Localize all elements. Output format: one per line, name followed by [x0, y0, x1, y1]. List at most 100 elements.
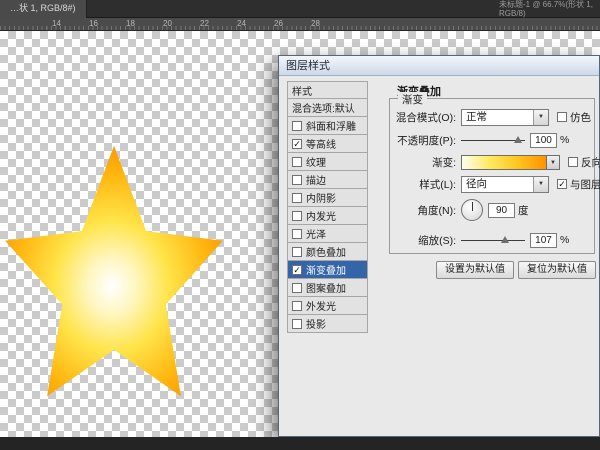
document-tab-label: …状 1, RGB/8#) — [10, 3, 76, 13]
ruler-number: 16 — [89, 19, 98, 28]
style-item-label: 等高线 — [306, 136, 336, 151]
style-list-items: 斜面和浮雕 ✓ 等高线纹理描边内阴影内发光光泽颜色叠加 ✓ 渐变叠加图案叠加外发光投影 — [287, 117, 368, 333]
scale-slider-thumb[interactable] — [501, 236, 509, 243]
style-item-label: 内阴影 — [306, 190, 336, 205]
gradient-groupbox: 渐变 混合模式(O): 正常 ▼ 仿色 不透明度(P): 100 — [389, 98, 595, 254]
style-item-checkbox[interactable]: ✓ — [292, 265, 302, 275]
style-item-checkbox[interactable] — [292, 229, 302, 239]
style-list-item[interactable]: ✓ 渐变叠加 — [287, 261, 368, 279]
style-list-item[interactable]: 外发光 — [287, 297, 368, 315]
style-list-item[interactable]: 内发光 — [287, 207, 368, 225]
style-item-checkbox[interactable] — [292, 283, 302, 293]
opacity-row: 不透明度(P): 100 % — [394, 131, 592, 149]
gradient-dropdown-button[interactable]: ▼ — [547, 155, 560, 170]
tab-bar: …状 1, RGB/8#) 未标题-1 @ 66.7%(形状 1, RGB/8) — [0, 0, 600, 18]
angle-unit: 度 — [518, 203, 529, 218]
blend-mode-value: 正常 — [466, 111, 487, 123]
style-item-label: 描边 — [306, 172, 326, 187]
style-list-item[interactable]: 纹理 — [287, 153, 368, 171]
style-list-item[interactable]: 投影 — [287, 315, 368, 333]
document-tab[interactable]: …状 1, RGB/8#) — [0, 0, 87, 18]
scale-unit: % — [560, 234, 569, 246]
gradient-row: 渐变: ▼ 反向 — [394, 153, 592, 171]
ruler-number: 18 — [126, 19, 135, 28]
style-item-label: 样式 — [292, 83, 312, 98]
style-item-checkbox[interactable] — [292, 247, 302, 257]
star-shape — [0, 135, 230, 407]
style-select[interactable]: 径向 ▼ — [461, 176, 549, 193]
style-item-label: 图案叠加 — [306, 280, 346, 295]
style-item-label: 斜面和浮雕 — [306, 118, 356, 133]
layer-style-dialog: 图层样式 样式 混合选项:默认 斜面和浮雕 ✓ 等高线纹理描边内阴影内发光光泽颜色叠… — [278, 55, 600, 437]
dialog-title: 图层样式 — [286, 60, 330, 72]
style-item-checkbox[interactable] — [292, 121, 302, 131]
angle-row: 角度(N): 90 度 — [394, 197, 592, 223]
opacity-slider[interactable] — [461, 134, 525, 146]
document-title-text: 未标题-1 @ 66.7%(形状 1, RGB/8) — [499, 1, 597, 18]
blend-mode-select[interactable]: 正常 ▼ — [461, 109, 549, 126]
horizontal-ruler[interactable]: 1416182022242628 — [0, 18, 600, 31]
ruler-number: 24 — [237, 19, 246, 28]
scale-slider[interactable] — [461, 234, 525, 246]
style-list-item-styles[interactable]: 样式 — [287, 81, 368, 99]
dither-checkbox[interactable] — [557, 112, 567, 122]
dialog-titlebar[interactable]: 图层样式 — [279, 56, 599, 76]
style-item-checkbox[interactable] — [292, 211, 302, 221]
ruler-number: 14 — [52, 19, 61, 28]
style-list-item[interactable]: 图案叠加 — [287, 279, 368, 297]
reverse-label: 反向 — [581, 155, 600, 170]
angle-needle — [472, 202, 473, 211]
reset-default-button[interactable]: 复位为默认值 — [518, 261, 596, 279]
set-default-button[interactable]: 设置为默认值 — [436, 261, 514, 279]
style-list-item-blending-options[interactable]: 混合选项:默认 — [287, 99, 368, 117]
ruler-number: 22 — [200, 19, 209, 28]
style-item-checkbox[interactable] — [292, 157, 302, 167]
scale-value[interactable]: 107 — [530, 233, 557, 248]
style-item-label: 混合选项:默认 — [292, 100, 355, 115]
gradient-preview[interactable] — [461, 155, 547, 170]
groupbox-legend: 渐变 — [398, 92, 427, 107]
photoshop-window: …状 1, RGB/8#) 未标题-1 @ 66.7%(形状 1, RGB/8)… — [0, 0, 600, 450]
style-item-checkbox[interactable] — [292, 319, 302, 329]
opacity-unit: % — [560, 134, 569, 146]
chevron-down-icon[interactable]: ▼ — [533, 110, 548, 125]
style-item-label: 渐变叠加 — [306, 262, 346, 277]
ruler-number: 28 — [311, 19, 320, 28]
blend-mode-label: 混合模式(O): — [394, 110, 456, 125]
reverse-checkbox[interactable] — [568, 157, 578, 167]
style-item-checkbox[interactable] — [292, 193, 302, 203]
style-list-item[interactable]: ✓ 等高线 — [287, 135, 368, 153]
style-item-label: 纹理 — [306, 154, 326, 169]
style-list-item[interactable]: 内阴影 — [287, 189, 368, 207]
style-list-item[interactable]: 斜面和浮雕 — [287, 117, 368, 135]
style-list-item[interactable]: 颜色叠加 — [287, 243, 368, 261]
opacity-label: 不透明度(P): — [394, 133, 456, 148]
style-list-item[interactable]: 光泽 — [287, 225, 368, 243]
scale-row: 缩放(S): 107 % — [394, 231, 592, 249]
style-item-checkbox[interactable] — [292, 175, 302, 185]
style-item-label: 投影 — [306, 316, 326, 331]
dialog-body: 样式 混合选项:默认 斜面和浮雕 ✓ 等高线纹理描边内阴影内发光光泽颜色叠加 ✓ 渐变叠… — [279, 76, 599, 436]
opacity-value[interactable]: 100 — [530, 133, 557, 148]
style-item-label: 光泽 — [306, 226, 326, 241]
style-item-label: 外发光 — [306, 298, 336, 313]
style-list-item[interactable]: 描边 — [287, 171, 368, 189]
style-item-checkbox[interactable] — [292, 301, 302, 311]
opacity-slider-thumb[interactable] — [514, 136, 522, 143]
angle-label: 角度(N): — [394, 203, 456, 218]
angle-dial[interactable] — [461, 199, 483, 221]
star-polygon — [5, 146, 223, 396]
chevron-down-icon[interactable]: ▼ — [533, 177, 548, 192]
style-label: 样式(L): — [394, 177, 456, 192]
bottom-bar — [0, 437, 600, 450]
style-item-label: 颜色叠加 — [306, 244, 346, 259]
blend-mode-row: 混合模式(O): 正常 ▼ 仿色 — [394, 108, 592, 126]
angle-value[interactable]: 90 — [488, 203, 515, 218]
style-item-checkbox[interactable]: ✓ — [292, 139, 302, 149]
ruler-number: 26 — [274, 19, 283, 28]
scale-label: 缩放(S): — [394, 233, 456, 248]
style-value: 径向 — [466, 178, 487, 190]
align-layer-checkbox[interactable]: ✓ — [557, 179, 567, 189]
style-row: 样式(L): 径向 ▼ ✓ 与图层对齐 — [394, 175, 592, 193]
dither-label: 仿色 — [570, 110, 591, 125]
